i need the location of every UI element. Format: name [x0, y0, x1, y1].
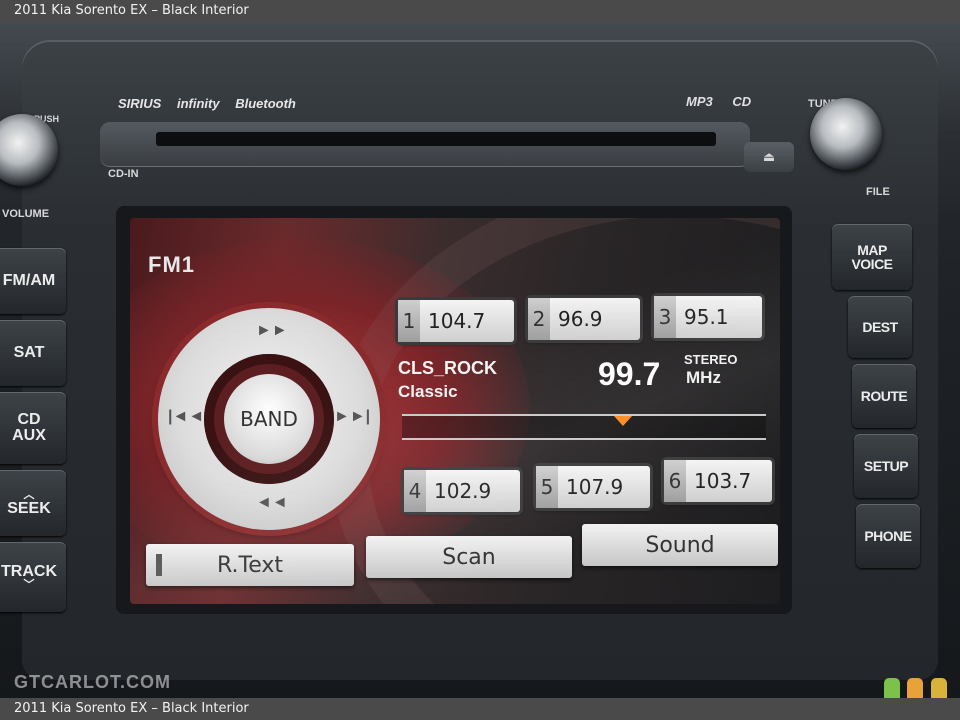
- format-logos: MP3 CD: [686, 94, 767, 109]
- volume-label: VOLUME: [2, 208, 50, 220]
- track-button[interactable]: TRACK ﹀: [0, 542, 66, 612]
- cd-logo: CD: [732, 94, 752, 109]
- preset-number: 5: [536, 466, 558, 508]
- tune-knob[interactable]: [810, 98, 882, 170]
- preset-2-button[interactable]: 2 96.9: [528, 298, 640, 340]
- seek-label: SEEK: [7, 499, 51, 517]
- tuning-scale[interactable]: [402, 404, 766, 446]
- scan-button[interactable]: Scan: [366, 536, 572, 578]
- preset-3-button[interactable]: 3 95.1: [654, 296, 762, 338]
- seek-button[interactable]: ︿ SEEK: [0, 470, 66, 536]
- preset-frequency: 102.9: [434, 479, 492, 503]
- preset-number: 3: [654, 296, 676, 338]
- yellow-light-icon: [930, 678, 947, 698]
- brand-strip: SIRIUS infinity Bluetooth: [118, 96, 308, 111]
- station-genre: Classic: [398, 382, 458, 401]
- chevron-down-icon: ﹀: [23, 578, 35, 591]
- mp3-logo: MP3: [686, 94, 713, 109]
- preset-number: 4: [404, 470, 426, 512]
- sat-button[interactable]: SAT: [0, 320, 66, 386]
- orange-light-icon: [907, 678, 924, 698]
- eject-button[interactable]: ⏏: [744, 142, 794, 172]
- fm-am-button[interactable]: FM/AM: [0, 248, 66, 314]
- skip-previous-icon[interactable]: |◄◄: [168, 408, 204, 426]
- watermark-lights: [884, 678, 950, 698]
- preset-4-button[interactable]: 4 102.9: [404, 470, 520, 512]
- caption-bottom: 2011 Kia Sorento EX – Black Interior: [0, 698, 960, 720]
- route-button[interactable]: ROUTE: [852, 364, 916, 428]
- tuning-scale-bar: [402, 414, 766, 440]
- infinity-logo: infinity: [176, 96, 220, 111]
- band-button[interactable]: BAND: [224, 374, 314, 464]
- setup-button[interactable]: SETUP: [854, 434, 918, 498]
- radio-screen: FM1 ►► ◄◄ |◄◄ ►►| BAND 1 104.7 2 96.9 3 …: [130, 218, 780, 604]
- cd-label: CD: [17, 411, 41, 428]
- preset-number: 1: [398, 300, 420, 342]
- frequency-unit: MHz: [686, 368, 721, 387]
- rtext-indicator: [156, 554, 162, 576]
- cd-aux-button[interactable]: CD AUX: [0, 392, 66, 464]
- rtext-label: R.Text: [217, 552, 283, 578]
- preset-1-button[interactable]: 1 104.7: [398, 300, 514, 342]
- voice-label: VOICE: [851, 256, 893, 272]
- aux-label: AUX: [12, 427, 46, 444]
- band-indicator: FM1: [148, 252, 195, 277]
- preset-frequency: 95.1: [684, 305, 729, 329]
- fast-forward-icon[interactable]: ►►: [256, 322, 288, 340]
- cd-slot[interactable]: [100, 122, 750, 166]
- rtext-button[interactable]: R.Text: [146, 544, 354, 586]
- preset-frequency: 103.7: [694, 469, 752, 493]
- dest-button[interactable]: DEST: [848, 296, 912, 358]
- tuning-dpad[interactable]: ►► ◄◄ |◄◄ ►►| BAND: [158, 308, 380, 530]
- band-ring: BAND: [204, 354, 334, 484]
- preset-frequency: 104.7: [428, 309, 486, 333]
- cd-in-label: CD-IN: [108, 168, 139, 180]
- watermark: GTCARLOT.COM: [14, 672, 171, 692]
- chevron-up-icon: ︿: [23, 488, 35, 501]
- stereo-indicator: STEREO: [684, 352, 738, 367]
- bluetooth-logo: Bluetooth: [235, 96, 296, 111]
- tuning-marker: [614, 416, 632, 426]
- phone-button[interactable]: PHONE: [856, 504, 920, 568]
- photo: SIRIUS infinity Bluetooth MP3 CD CD-IN ⏏…: [0, 22, 960, 698]
- caption-top: 2011 Kia Sorento EX – Black Interior: [0, 0, 960, 22]
- preset-number: 2: [528, 298, 550, 340]
- file-label: FILE: [866, 186, 890, 198]
- sirius-logo: SIRIUS: [118, 96, 162, 111]
- map-label: MAP: [857, 242, 887, 258]
- skip-next-icon[interactable]: ►►|: [334, 408, 370, 426]
- cd-slot-opening: [156, 132, 716, 146]
- sound-button[interactable]: Sound: [582, 524, 778, 566]
- map-voice-button[interactable]: MAP VOICE: [832, 224, 912, 290]
- track-label: TRACK: [1, 562, 57, 580]
- preset-number: 6: [664, 460, 686, 502]
- green-light-icon: [884, 678, 900, 698]
- rewind-icon[interactable]: ◄◄: [256, 494, 288, 512]
- preset-frequency: 107.9: [566, 475, 624, 499]
- station-name: CLS_ROCK: [398, 358, 498, 378]
- preset-frequency: 96.9: [558, 307, 603, 331]
- preset-5-button[interactable]: 5 107.9: [536, 466, 650, 508]
- current-frequency: 99.7: [598, 356, 661, 392]
- preset-6-button[interactable]: 6 103.7: [664, 460, 772, 502]
